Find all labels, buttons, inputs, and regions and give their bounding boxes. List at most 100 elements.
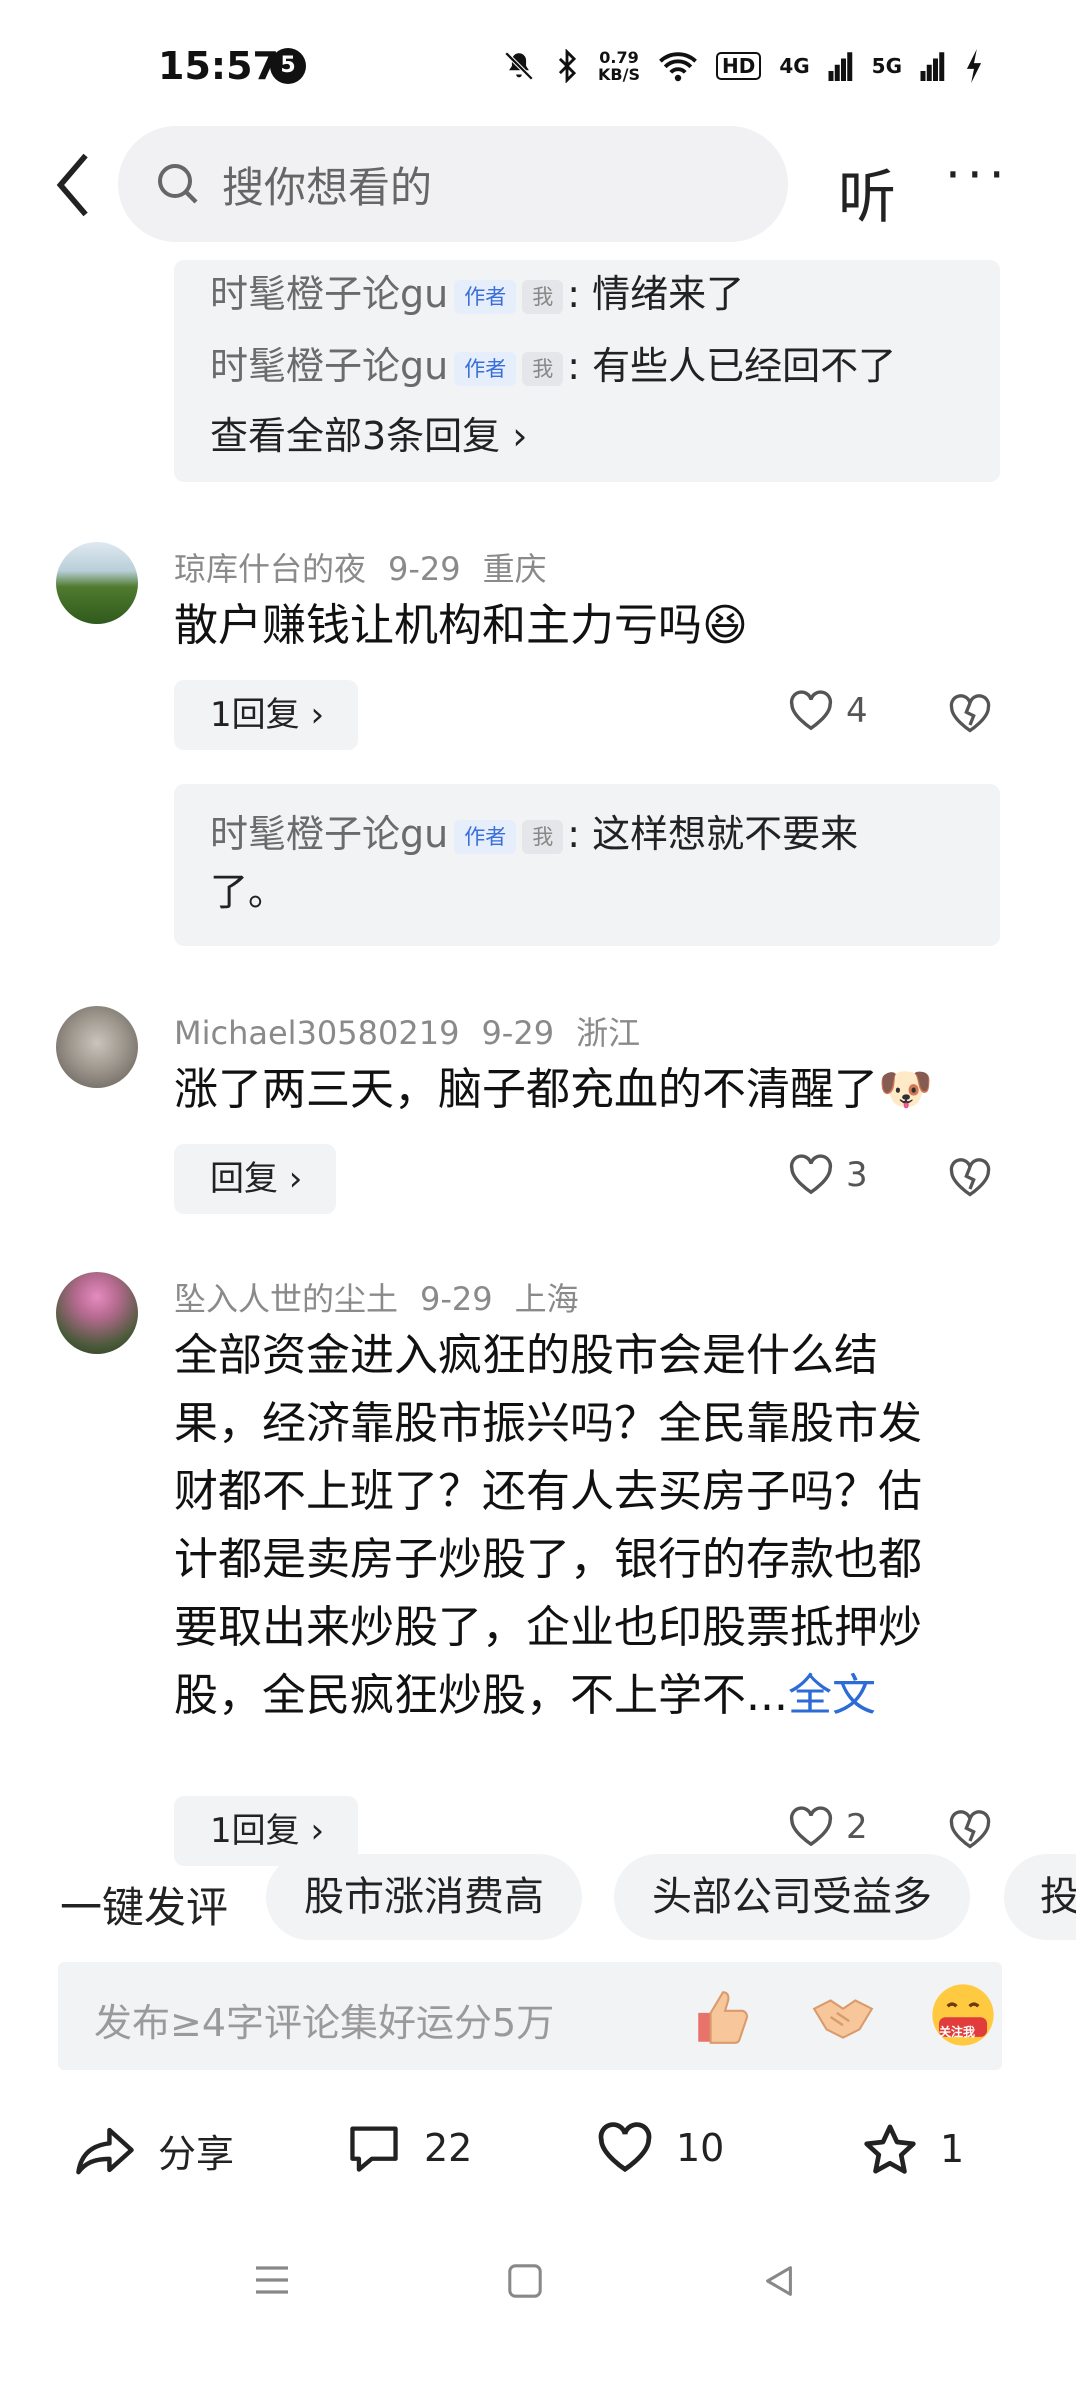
comment-input[interactable]: 发布≥4字评论集好运分5万 关注我 [58, 1962, 1002, 2070]
home-nav-icon[interactable] [506, 2262, 544, 2300]
like-button[interactable]: 4 [788, 690, 868, 732]
share-icon [76, 2127, 134, 2175]
me-tag: 我 [522, 819, 564, 854]
listen-button[interactable]: 听 [838, 150, 896, 234]
quick-comment-chip[interactable]: 股市涨消费高 [266, 1854, 582, 1940]
quick-comment-chip[interactable]: 投 [1004, 1854, 1076, 1940]
comment-date: 9-29 [420, 1280, 493, 1318]
comment-location: 上海 [514, 1280, 579, 1318]
author-tag: 作者 [454, 819, 517, 854]
comment-line: 要取出来炒股了，企业也印股票抵押炒 [174, 1602, 922, 1653]
search-placeholder: 搜你想看的 [222, 162, 433, 212]
reply-text: : 这样想就不要来 [567, 812, 859, 856]
search-input[interactable]: 搜你想看的 [118, 126, 788, 242]
share-label: 分享 [158, 2131, 235, 2176]
reply-panel: 时髦橙子论gu 作者我: 这样想就不要来 了。 [174, 784, 1000, 946]
like-post-button[interactable]: 10 [596, 2122, 724, 2174]
like-button[interactable]: 2 [788, 1806, 868, 1848]
comment-text[interactable]: 涨了两三天，脑子都充血的不清醒了🐶 [174, 1056, 1004, 1124]
reply-panel: 时髦橙子论gu 作者我: 情绪来了 时髦橙子论gu 作者我: 有些人已经回不了 查看… [174, 260, 1000, 482]
comment-input-placeholder: 发布≥4字评论集好运分5万 [94, 2001, 555, 2045]
comment-line: 全部资金进入疯狂的股市会是什么结 [174, 1330, 878, 1381]
comment-line: 计都是卖房子炒股了，银行的存款也都 [174, 1534, 922, 1585]
broken-heart-icon[interactable] [948, 1808, 992, 1852]
full-text-link[interactable]: 全文 [788, 1670, 876, 1721]
comment-meta: 坠入人世的尘土 9-29 上海 [174, 1274, 601, 1320]
comment-username[interactable]: Michael30580219 [174, 1014, 459, 1052]
comment-bubble-icon [350, 2126, 398, 2172]
comment-text[interactable]: 散户赚钱让机构和主力亏吗😆 [174, 592, 1004, 660]
reply-text: : 有些人已经回不了 [567, 344, 897, 388]
comment-date: 9-29 [481, 1014, 555, 1052]
heart-icon [789, 1154, 833, 1195]
comment-line: 财都不上班了？还有人去买房子吗？估 [174, 1466, 922, 1517]
quick-comment-label: 一键发评 [60, 1883, 229, 1932]
reply-author-name[interactable]: 时髦橙子论gu [210, 344, 448, 388]
favorite-button[interactable]: 1 [862, 2122, 964, 2176]
like-button[interactable]: 3 [788, 1154, 868, 1196]
back-button[interactable] [48, 150, 98, 220]
comment-line: 果，经济靠股市振兴吗？全民靠股市发 [174, 1398, 922, 1449]
likes-count: 10 [676, 2126, 725, 2170]
like-count: 3 [846, 1155, 868, 1195]
reply-author-name[interactable]: 时髦橙子论gu [210, 812, 448, 856]
avatar[interactable] [56, 1272, 138, 1354]
quick-comment-chip[interactable]: 头部公司受益多 [614, 1854, 970, 1940]
back-nav-icon[interactable] [760, 2262, 798, 2300]
notification-badge: 5 [270, 48, 306, 84]
broken-heart-icon[interactable] [948, 692, 992, 736]
comment-username[interactable]: 琼库什台的夜 [174, 550, 366, 588]
author-tag: 作者 [454, 279, 517, 314]
me-tag: 我 [522, 351, 564, 386]
heart-icon [789, 690, 833, 731]
broken-heart-icon[interactable] [948, 1156, 992, 1200]
comment-meta: Michael30580219 9-29 浙江 [174, 1008, 662, 1054]
like-count: 4 [846, 691, 868, 731]
bluetooth-icon [558, 49, 577, 83]
charging-battery-icon [966, 49, 982, 83]
avatar[interactable] [56, 542, 138, 624]
reply-item[interactable]: 时髦橙子论gu 作者我: 情绪来了 [210, 266, 744, 322]
mute-icon [504, 51, 534, 81]
favorites-count: 1 [940, 2127, 965, 2171]
signal-5g: 5G [871, 54, 902, 78]
like-count: 2 [846, 1807, 868, 1847]
comment-date: 9-29 [388, 550, 461, 588]
reply-button[interactable]: 1回复 › [174, 680, 359, 750]
menu-nav-icon[interactable] [252, 2262, 292, 2298]
net-speed: 0.79 KB/S [598, 48, 640, 84]
heart-icon [789, 1806, 833, 1847]
comments-button[interactable]: 22 [346, 2122, 472, 2174]
handshake-sticker-icon[interactable] [810, 1984, 876, 2050]
search-icon [158, 164, 198, 204]
hd-icon: HD [715, 52, 762, 80]
reply-author-name[interactable]: 时髦橙子论gu [210, 272, 448, 316]
status-icons: 0.79 KB/S HD 4G 5G [502, 44, 984, 88]
reply-text: : 情绪来了 [567, 272, 745, 316]
avatar[interactable] [56, 1006, 138, 1088]
me-tag: 我 [522, 279, 564, 314]
reply-item[interactable]: 时髦橙子论gu 作者我: 有些人已经回不了 [210, 338, 896, 394]
signal-bars-icon [828, 52, 852, 81]
signal-4g: 4G [779, 54, 810, 78]
comment-text[interactable]: 全部资金进入疯狂的股市会是什么结 果，经济靠股市振兴吗？全民靠股市发 财都不上班… [174, 1322, 1004, 1730]
follow-me-sticker-text: 关注我 [939, 2025, 976, 2039]
thumbs-up-sticker-icon[interactable] [690, 1984, 756, 2050]
reply-button[interactable]: 回复 › [174, 1144, 337, 1214]
status-time: 15:57 [158, 44, 279, 88]
comment-username[interactable]: 坠入人世的尘土 [174, 1280, 398, 1318]
reply-item[interactable]: 时髦橙子论gu 作者我: 这样想就不要来 [210, 806, 858, 862]
comment-meta: 琼库什台的夜 9-29 重庆 [174, 544, 569, 590]
signal-bars-icon [920, 52, 945, 81]
star-icon [864, 2124, 916, 2174]
author-tag: 作者 [454, 351, 517, 386]
comment-location: 重庆 [482, 550, 547, 588]
comment-location: 浙江 [576, 1014, 641, 1052]
comments-count: 22 [424, 2126, 473, 2170]
more-button[interactable]: ··· [945, 150, 1011, 200]
view-all-replies-link[interactable]: 查看全部3条回复 › [210, 408, 527, 464]
share-button[interactable]: 分享 [74, 2122, 234, 2178]
comment-line: 股，全民疯狂炒股，不上学不... [174, 1670, 788, 1721]
reply-text-continued: 了。 [210, 870, 287, 914]
heart-icon [598, 2122, 652, 2173]
